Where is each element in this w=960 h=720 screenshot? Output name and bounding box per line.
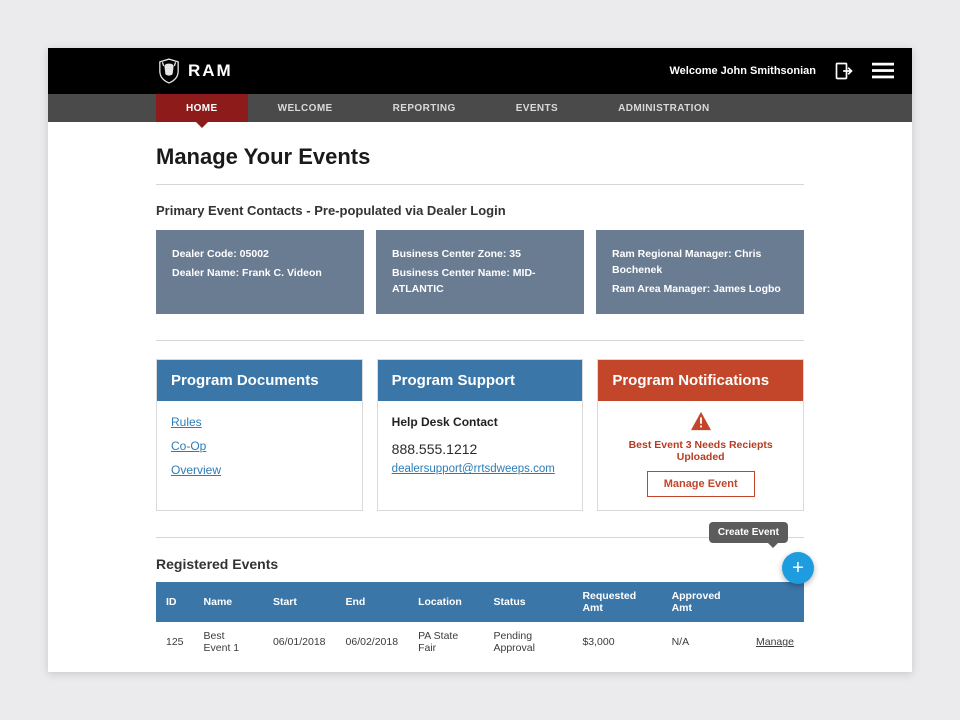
event-name: Best Event 1 xyxy=(194,622,263,662)
program-cards-row: Program Documents Rules Co-Op Overview Pro… xyxy=(156,359,804,511)
events-col-header xyxy=(746,582,804,622)
contact-line: Business Center Name: MID-ATLANTIC xyxy=(392,266,568,298)
table-row: 125Best Event 106/01/201806/02/2018PA St… xyxy=(156,622,804,662)
contact-card: Dealer Code: 05002 Dealer Name: Frank C. … xyxy=(156,230,364,314)
doc-link-rules[interactable]: Rules xyxy=(171,415,348,429)
event-end: 06/02/2018 xyxy=(336,622,409,662)
event-approved: N/A xyxy=(662,622,746,662)
event-manage-link[interactable]: Manage xyxy=(746,622,804,662)
divider xyxy=(156,184,804,185)
contacts-heading: Primary Event Contacts - Pre-populated v… xyxy=(156,203,804,218)
contact-card: Business Center Zone: 35 Business Center … xyxy=(376,230,584,314)
events-col-header: End xyxy=(336,582,409,622)
event-location: PA State Fair xyxy=(408,622,483,662)
topbar: RAM Welcome John Smithsonian xyxy=(48,48,912,94)
contact-line: Business Center Zone: 35 xyxy=(392,247,568,263)
event-requested: $3,000 xyxy=(572,622,661,662)
contact-line: Dealer Code: 05002 xyxy=(172,247,348,263)
page-title: Manage Your Events xyxy=(156,144,804,170)
plus-icon: + xyxy=(792,557,804,580)
contact-cards-row: Dealer Code: 05002 Dealer Name: Frank C. … xyxy=(156,230,804,314)
events-col-header: ID xyxy=(156,582,194,622)
doc-link-co-op[interactable]: Co-Op xyxy=(171,439,348,453)
nav-welcome[interactable]: WELCOME xyxy=(248,94,363,122)
divider xyxy=(156,340,804,341)
contact-line: Ram Area Manager: James Logbo xyxy=(612,282,788,298)
event-start: 06/01/2018 xyxy=(263,622,336,662)
doc-link-overview[interactable]: Overview xyxy=(171,463,348,477)
hamburger-menu-icon[interactable] xyxy=(872,62,894,80)
notification-message: Best Event 3 Needs Reciepts Uploaded xyxy=(608,439,793,463)
events-col-header: Status xyxy=(484,582,573,622)
contact-line: Dealer Name: Frank C. Videon xyxy=(172,266,348,282)
program-notifications-title: Program Notifications xyxy=(598,360,803,401)
ram-shield-logo-icon xyxy=(158,58,180,84)
divider xyxy=(156,537,804,538)
nav-home[interactable]: HOME xyxy=(156,94,248,122)
help-desk-label: Help Desk Contact xyxy=(392,415,569,429)
help-desk-email-link[interactable]: dealersupport@rrtsdweeps.com xyxy=(392,463,555,475)
program-notifications-card: Program Notifications Best Event 3 Needs… xyxy=(597,359,804,511)
events-col-header: Name xyxy=(194,582,263,622)
nav-administration[interactable]: ADMINISTRATION xyxy=(588,94,740,122)
program-support-title: Program Support xyxy=(378,360,583,401)
contact-card: Ram Regional Manager: Chris Bochenek Ram … xyxy=(596,230,804,314)
program-documents-title: Program Documents xyxy=(157,360,362,401)
event-id: 125 xyxy=(156,622,194,662)
events-col-header: Approved Amt xyxy=(662,582,746,622)
events-table: IDNameStartEndLocationStatusRequested Am… xyxy=(156,582,804,662)
nav-reporting[interactable]: REPORTING xyxy=(363,94,486,122)
contact-line: Ram Regional Manager: Chris Bochenek xyxy=(612,247,788,279)
help-desk-phone: 888.555.1212 xyxy=(392,441,569,457)
program-support-card: Program Support Help Desk Contact 888.55… xyxy=(377,359,584,511)
registered-events-title: Registered Events xyxy=(156,556,804,572)
nav-events[interactable]: EVENTS xyxy=(486,94,588,122)
user-name: John Smithsonian xyxy=(721,65,816,77)
logout-icon[interactable] xyxy=(834,61,854,81)
welcome-user: Welcome John Smithsonian xyxy=(670,65,817,77)
events-col-header: Start xyxy=(263,582,336,622)
welcome-prefix: Welcome xyxy=(670,65,718,77)
events-col-header: Location xyxy=(408,582,483,622)
brand-name: RAM xyxy=(188,61,233,81)
create-event-tooltip: Create Event xyxy=(709,522,788,543)
brand: RAM xyxy=(158,58,233,84)
navbar: HOMEWELCOMEREPORTINGEVENTSADMINISTRATION xyxy=(48,94,912,122)
events-col-header: Requested Amt xyxy=(572,582,661,622)
alert-triangle-icon xyxy=(690,411,712,431)
registered-events-section: Create Event + Registered Events IDNameS… xyxy=(156,556,804,662)
create-event-fab[interactable]: + xyxy=(782,552,814,584)
manage-event-button[interactable]: Manage Event xyxy=(647,471,755,497)
event-status: Pending Approval xyxy=(484,622,573,662)
program-documents-card: Program Documents Rules Co-Op Overview xyxy=(156,359,363,511)
